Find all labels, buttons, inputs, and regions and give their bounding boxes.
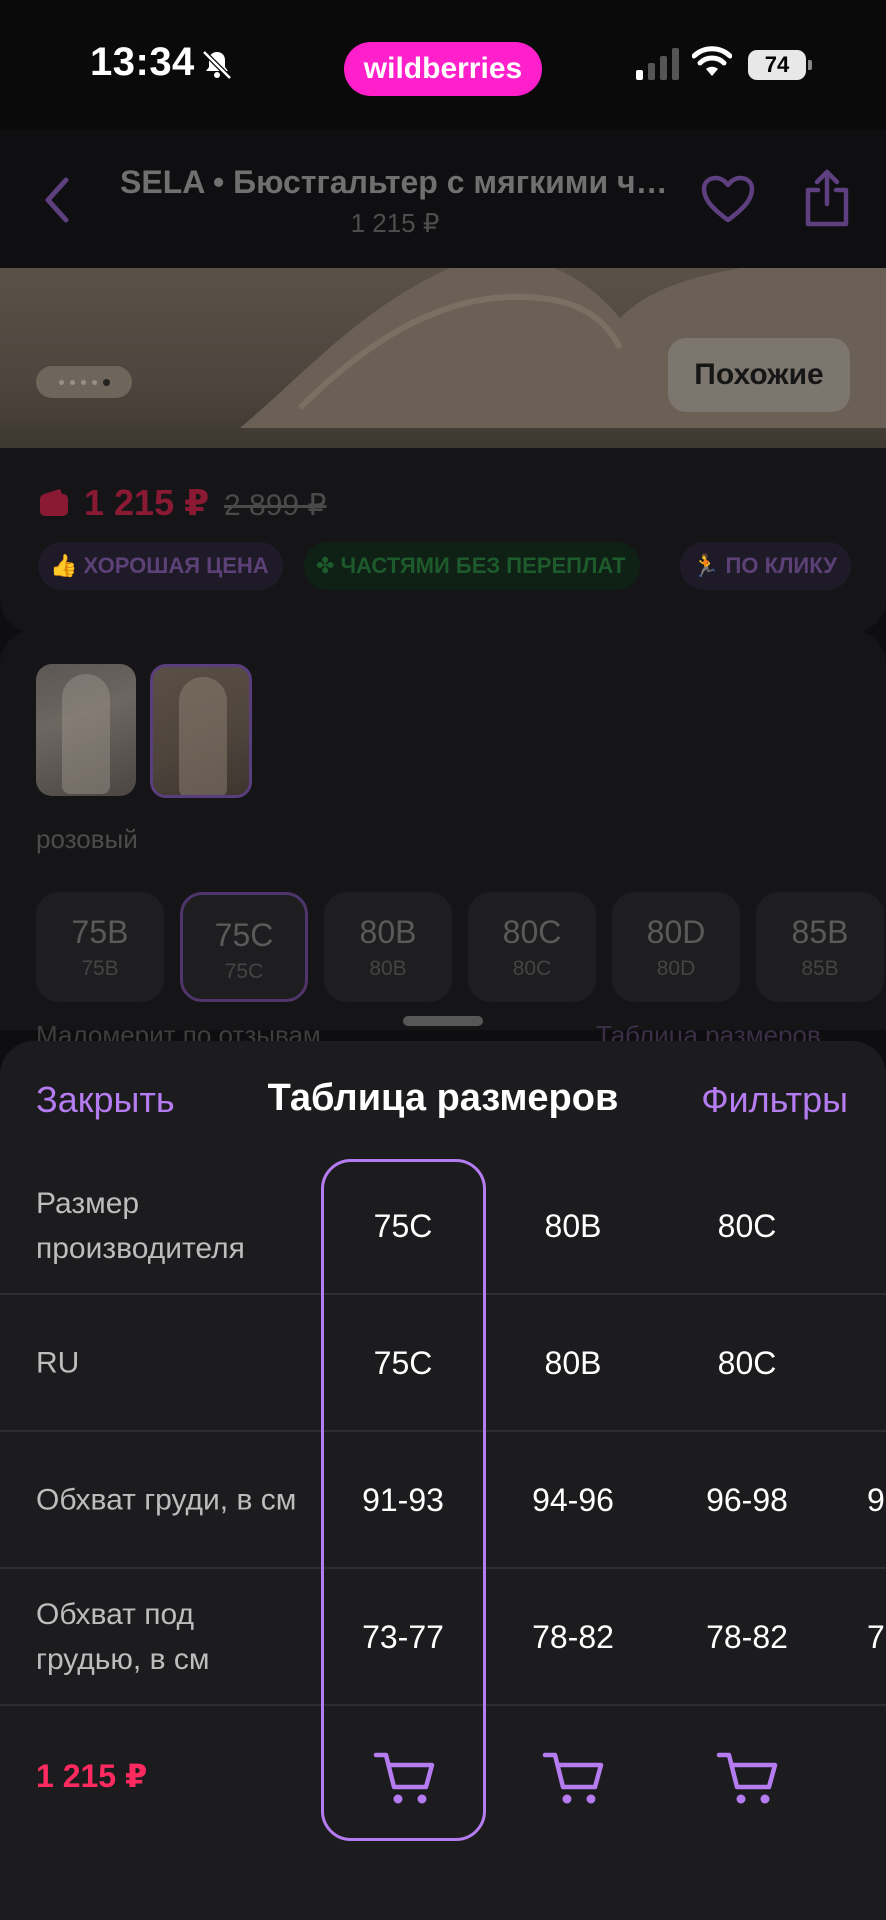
share-icon[interactable] [800,168,854,228]
badge-good-price[interactable]: 👍 ХОРОШАЯ ЦЕНА [38,542,283,590]
row-label: Размер производителя [36,1186,245,1265]
size-chip-selected[interactable]: 75C 75C [180,892,308,1002]
sheet-grabber[interactable] [403,1016,483,1026]
old-price: 2 899 ₽ [224,489,327,522]
variant-card: розовый 75B 75B 75C 75C 80B 80B 80C 80C … [0,630,886,1030]
size-chip[interactable]: 80C 80C [468,892,596,1002]
clover-icon: ✤ [316,553,335,578]
heart-icon[interactable] [700,174,756,226]
cart-icon [716,1752,778,1804]
table-cell[interactable]: 9 [867,1432,886,1569]
row-label: RU [36,1346,80,1379]
current-price: 1 215 ₽ [84,482,210,523]
footer-price: 1 215 ₽ [36,1758,148,1794]
cart-icon [542,1752,604,1804]
add-to-cart-button[interactable] [707,1737,787,1817]
table-cell[interactable]: 80B [503,1295,643,1432]
size-table-sheet: Таблица размеров Закрыть Фильтры Размер … [0,1041,886,1920]
table-cell[interactable]: 96-98 [677,1432,817,1569]
product-title: SELA • Бюстгальтер с мягкими чашками [120,164,680,200]
price-card: 1 215 ₽ 2 899 ₽ 👍 ХОРОШАЯ ЦЕНА ✤ ЧАСТЯМИ… [0,448,886,633]
running-icon: 🏃 [692,553,720,578]
wifi-icon [692,46,732,76]
table-cell[interactable] [867,1158,886,1295]
close-button[interactable]: Закрыть [36,1079,175,1121]
battery-icon: 74 [748,50,812,80]
table-cell[interactable] [867,1295,886,1432]
similar-button[interactable]: Похожие [668,338,850,412]
wallet-icon [40,489,68,516]
size-chip[interactable]: 75B 75B [36,892,164,1002]
color-name: розовый [36,824,138,854]
bell-slash-icon [202,50,232,80]
table-cell[interactable]: 80C [677,1295,817,1432]
table-cell[interactable]: 78-82 [677,1569,817,1706]
size-chip[interactable]: 85B 85B [756,892,884,1002]
table-cell[interactable]: 94-96 [503,1432,643,1569]
size-chip[interactable]: 80D 80D [612,892,740,1002]
header-price: 1 215 ₽ [350,208,440,238]
table-cell[interactable]: 7 [867,1569,886,1706]
add-to-cart-button[interactable] [533,1737,613,1817]
badge-one-click[interactable]: 🏃 ПО КЛИКУ [680,542,851,590]
size-chip[interactable]: 80B 80B [324,892,452,1002]
status-bar: 13:34 wildberries 74 [0,0,886,130]
cellular-signal-icon [636,48,679,80]
color-thumbnail-selected[interactable] [150,664,252,798]
thumbs-up-icon: 👍 [50,553,78,578]
row-label: Обхват груди, в см [36,1483,297,1516]
table-cell[interactable]: 78-82 [503,1569,643,1706]
table-cell[interactable]: 80C [677,1158,817,1295]
chevron-left-icon[interactable] [38,172,74,228]
selected-size-column [321,1159,486,1841]
table-cell[interactable]: 80B [503,1158,643,1295]
brand-pill[interactable]: wildberries [344,42,542,96]
gallery-pagination [36,366,132,398]
filters-button[interactable]: Фильтры [701,1079,848,1121]
top-nav: SELA • Бюстгальтер с мягкими чашками 1 2… [0,130,886,268]
badge-installments[interactable]: ✤ ЧАСТЯМИ БЕЗ ПЕРЕПЛАТ [304,542,640,590]
row-label: Обхват под грудью, в см [36,1597,210,1676]
color-thumbnail[interactable] [36,664,136,796]
status-time: 13:34 [90,40,195,84]
